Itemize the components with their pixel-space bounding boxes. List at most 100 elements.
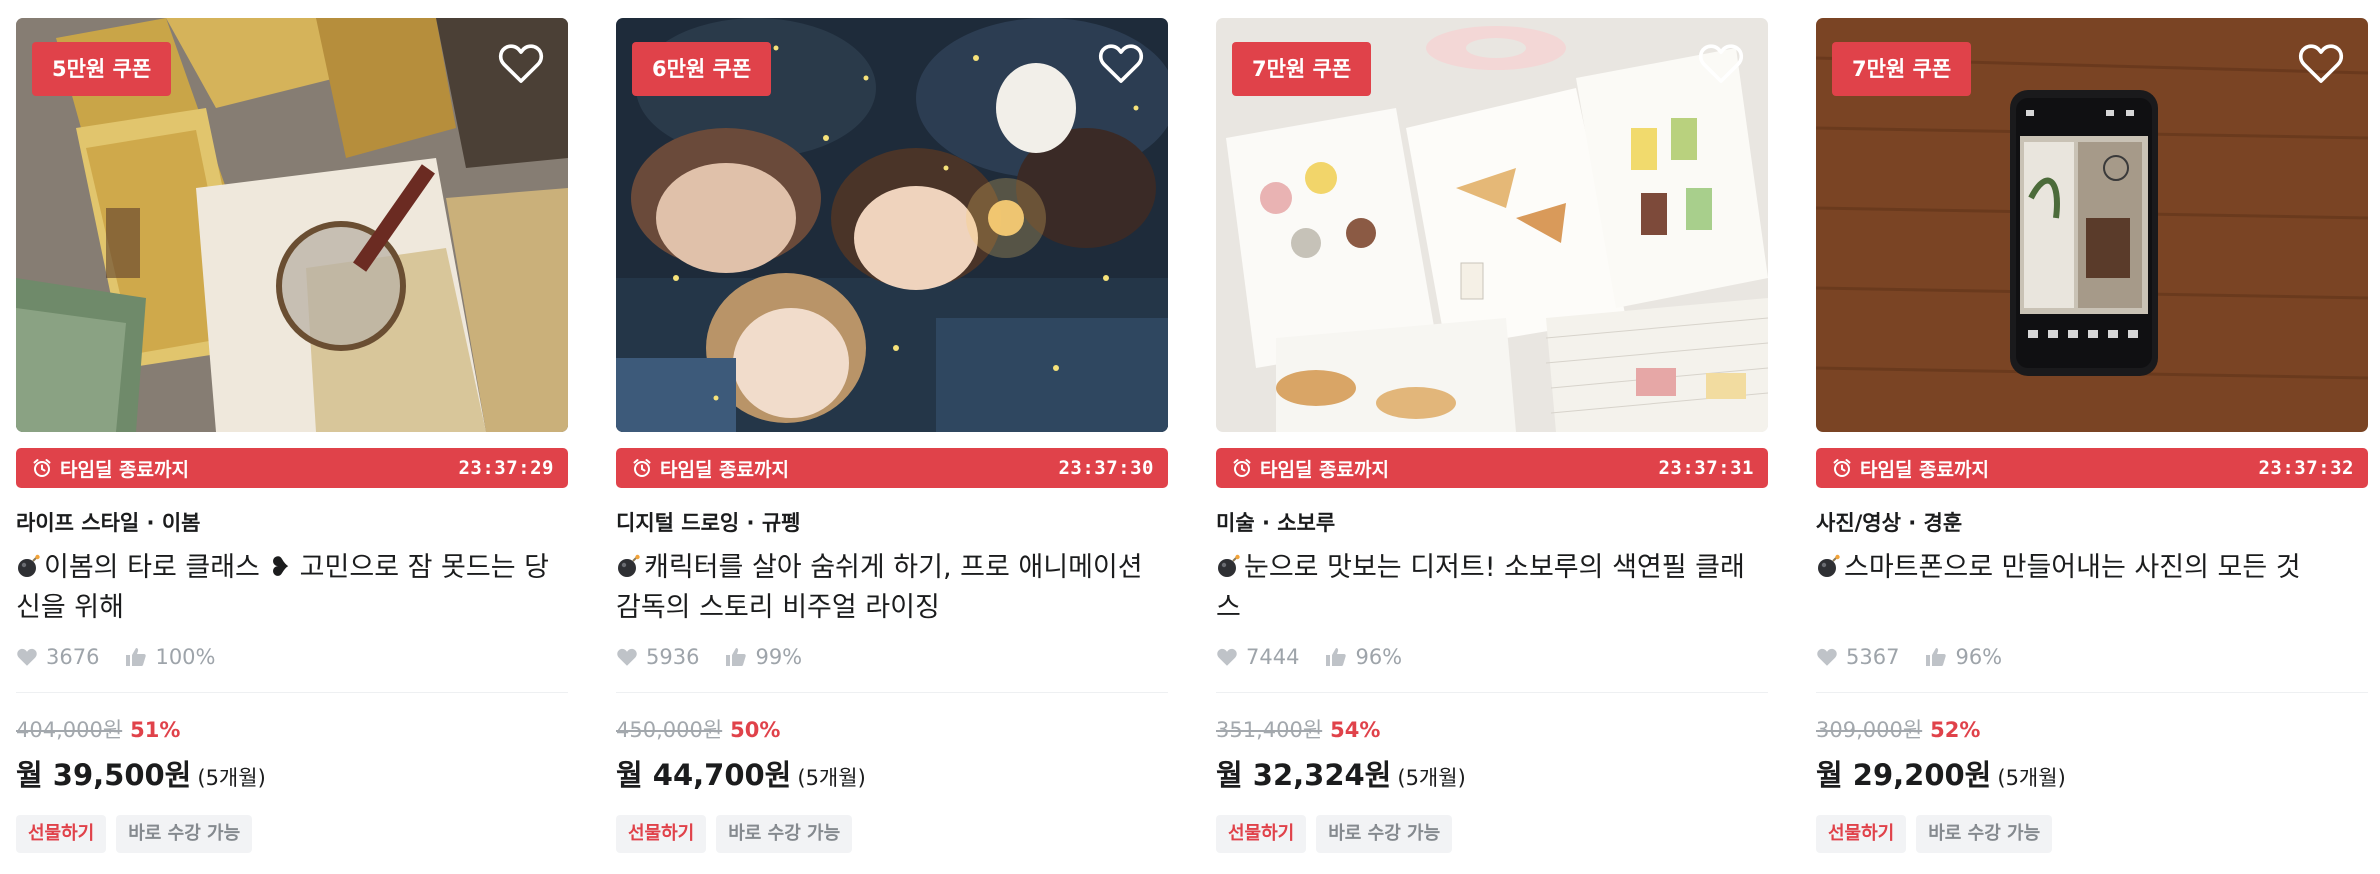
heart-outline-icon[interactable] (1098, 42, 1144, 84)
class-thumbnail[interactable]: 7만원 쿠폰 (1216, 18, 1768, 432)
gift-button[interactable]: 선물하기 (616, 815, 707, 853)
countdown-timer: 23:37:31 (1658, 457, 1754, 479)
time-deal-bar: 타임딜 종료까지 23:37:32 (1816, 448, 2368, 488)
heart-outline-icon[interactable] (498, 42, 544, 84)
divider (1816, 692, 2368, 693)
class-card[interactable]: 6만원 쿠폰 타임딜 종료까지 23:37:30 디지털 드로잉 · 규펭 캐릭… (616, 18, 1168, 853)
class-category: 미술 · 소보루 (1216, 511, 1336, 535)
installment-months: (5개월) (197, 766, 266, 790)
class-stats: 3676 100% (16, 642, 568, 672)
like-count: 7444 (1246, 645, 1300, 669)
coupon-badge: 5만원 쿠폰 (32, 42, 172, 96)
satisfaction-rate: 99% (755, 645, 803, 669)
tag-row: 선물하기 바로 수강 가능 (1216, 815, 1768, 853)
class-card[interactable]: 5만원 쿠폰 타임딜 종료까지 23:37:29 라이프 스타일 · 이봄 이봄… (16, 18, 568, 853)
satisfaction-rate: 96% (1355, 645, 1403, 669)
class-category: 사진/영상 · 경훈 (1816, 511, 1963, 535)
thumbs-up-icon (726, 648, 747, 666)
class-thumbnail[interactable]: 6만원 쿠폰 (616, 18, 1168, 432)
coupon-badge: 6만원 쿠폰 (632, 42, 772, 96)
tag-row: 선물하기 바로 수강 가능 (616, 815, 1168, 853)
satisfaction-rate: 96% (1955, 645, 2003, 669)
like-count: 5367 (1846, 645, 1900, 669)
gift-button[interactable]: 선물하기 (1816, 815, 1907, 853)
discount-rate: 51% (130, 718, 181, 742)
class-title[interactable]: 캐릭터를 살아 숨쉬게 하기, 프로 애니메이션 감독의 스토리 비주얼 라이징 (616, 548, 1168, 628)
countdown-timer: 23:37:29 (458, 457, 554, 479)
installment-months: (5개월) (1397, 766, 1466, 790)
price-row: 404,000원 51% (16, 715, 568, 745)
time-deal-bar: 타임딜 종료까지 23:37:31 (1216, 448, 1768, 488)
satisfaction-rate: 100% (155, 645, 216, 669)
coupon-badge: 7만원 쿠폰 (1232, 42, 1372, 96)
class-card[interactable]: 7만원 쿠폰 타임딜 종료까지 23:37:31 미술 · 소보루 눈으로 맛보… (1216, 18, 1768, 853)
discount-rate: 54% (1330, 718, 1381, 742)
monthly-price-row: 월 44,700원 (5개월) (616, 755, 1168, 795)
thumbs-up-icon (126, 648, 147, 666)
instant-access-tag: 바로 수강 가능 (716, 815, 853, 853)
time-deal-label: 타임딜 종료까지 (60, 458, 189, 481)
original-price: 404,000원 (16, 718, 123, 742)
original-price: 351,400원 (1216, 718, 1323, 742)
divider (1216, 692, 1768, 693)
class-thumbnail[interactable]: 7만원 쿠폰 (1816, 18, 2368, 432)
bomb-emoji-icon (1218, 554, 1240, 577)
original-price: 450,000원 (616, 718, 723, 742)
countdown-timer: 23:37:30 (1058, 457, 1154, 479)
like-count: 3676 (46, 645, 100, 669)
thumbs-up-icon (1326, 648, 1347, 666)
coupon-badge: 7만원 쿠폰 (1832, 42, 1972, 96)
class-category: 라이프 스타일 · 이봄 (16, 511, 201, 535)
class-stats: 5367 96% (1816, 642, 2368, 672)
class-title[interactable]: 눈으로 맛보는 디저트! 소보루의 색연필 클래스 (1216, 548, 1768, 628)
monthly-price-row: 월 39,500원 (5개월) (16, 755, 568, 795)
monthly-price: 월 29,200원 (1816, 758, 1992, 792)
class-category: 디지털 드로잉 · 규펭 (616, 511, 801, 535)
heart-filled-icon (617, 648, 637, 666)
class-stats: 5936 99% (616, 642, 1168, 672)
original-price: 309,000원 (1816, 718, 1923, 742)
alarm-clock-icon (33, 459, 51, 477)
heart-filled-icon (1817, 648, 1837, 666)
gift-button[interactable]: 선물하기 (16, 815, 107, 853)
alarm-clock-icon (1233, 459, 1251, 477)
thumbs-up-icon (1926, 648, 1947, 666)
like-count: 5936 (646, 645, 700, 669)
instant-access-tag: 바로 수강 가능 (116, 815, 253, 853)
class-title[interactable]: 스마트폰으로 만들어내는 사진의 모든 것 (1816, 548, 2368, 628)
heart-outline-icon[interactable] (2298, 42, 2344, 84)
heart-outline-icon[interactable] (1698, 42, 1744, 84)
bomb-emoji-icon (18, 554, 40, 577)
price-row: 351,400원 54% (1216, 715, 1768, 745)
instant-access-tag: 바로 수강 가능 (1916, 815, 2053, 853)
monthly-price-row: 월 32,324원 (5개월) (1216, 755, 1768, 795)
class-card[interactable]: 7만원 쿠폰 타임딜 종료까지 23:37:32 사진/영상 · 경훈 스마트폰… (1816, 18, 2368, 853)
discount-rate: 50% (730, 718, 781, 742)
installment-months: (5개월) (797, 766, 866, 790)
tag-row: 선물하기 바로 수강 가능 (16, 815, 568, 853)
class-title[interactable]: 이봄의 타로 클래스 ❥ 고민으로 잠 못드는 당신을 위해 (16, 548, 568, 628)
class-stats: 7444 96% (1216, 642, 1768, 672)
divider (16, 692, 568, 693)
divider (616, 692, 1168, 693)
time-deal-bar: 타임딜 종료까지 23:37:30 (616, 448, 1168, 488)
price-row: 309,000원 52% (1816, 715, 2368, 745)
monthly-price-row: 월 29,200원 (5개월) (1816, 755, 2368, 795)
gift-button[interactable]: 선물하기 (1216, 815, 1307, 853)
instant-access-tag: 바로 수강 가능 (1316, 815, 1453, 853)
time-deal-label: 타임딜 종료까지 (660, 458, 789, 481)
class-card-grid: 5만원 쿠폰 타임딜 종료까지 23:37:29 라이프 스타일 · 이봄 이봄… (0, 0, 2380, 874)
time-deal-label: 타임딜 종료까지 (1260, 458, 1389, 481)
bomb-emoji-icon (1818, 554, 1840, 577)
alarm-clock-icon (633, 459, 651, 477)
monthly-price: 월 32,324원 (1216, 758, 1392, 792)
time-deal-label: 타임딜 종료까지 (1860, 458, 1989, 481)
heart-filled-icon (1217, 648, 1237, 666)
installment-months: (5개월) (1997, 766, 2066, 790)
time-deal-bar: 타임딜 종료까지 23:37:29 (16, 448, 568, 488)
alarm-clock-icon (1833, 459, 1851, 477)
discount-rate: 52% (1930, 718, 1981, 742)
monthly-price: 월 39,500원 (16, 758, 192, 792)
class-thumbnail[interactable]: 5만원 쿠폰 (16, 18, 568, 432)
countdown-timer: 23:37:32 (2258, 457, 2354, 479)
